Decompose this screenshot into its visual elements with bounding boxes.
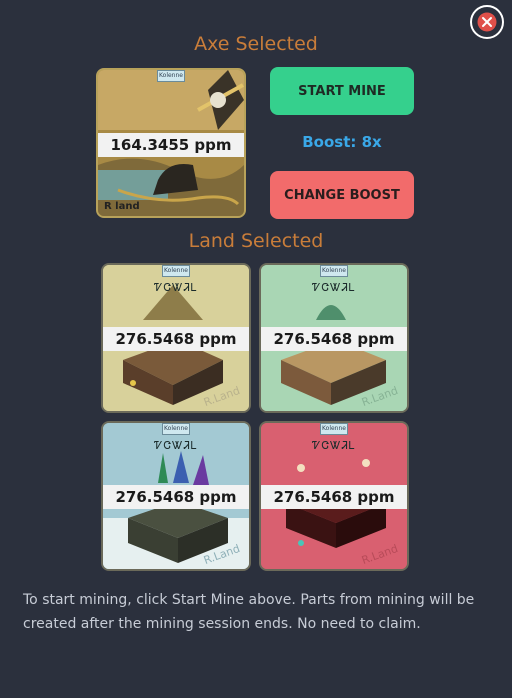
land-script: ᏤᏣᏔᏘᏞ [312,281,356,294]
axe-section-title: Axe Selected [194,33,318,55]
axe-ppm: 164.3455 ppm [98,133,244,157]
land-card[interactable]: Kolenne ᏤᏣᏔᏘᏞ 276.5468 ppm R.Land [101,421,251,571]
land-ppm: 276.5468 ppm [103,327,249,351]
close-icon [477,12,497,32]
land-card[interactable]: Kolenne ᏤᏣᏔᏘᏞ 276.5468 ppm R.Land [259,421,409,571]
footer-instructions: To start mining, click Start Mine above.… [23,592,475,632]
land-ppm: 276.5468 ppm [261,327,407,351]
axe-card[interactable]: Kolenne 164.3455 ppm R land [96,68,246,218]
land-script: ᏤᏣᏔᏘᏞ [154,439,198,452]
axe-badge: Kolenne [157,70,185,82]
land-card[interactable]: Kolenne ᏤᏣᏔᏘᏞ 276.5468 ppm R.Land [259,263,409,413]
land-ppm: 276.5468 ppm [103,485,249,509]
land-badge: Kolenne [162,423,190,435]
land-section-title: Land Selected [188,230,324,252]
land-badge: Kolenne [162,265,190,277]
axe-brand: R land [104,201,140,212]
land-script: ᏤᏣᏔᏘᏞ [154,281,198,294]
land-badge: Kolenne [320,265,348,277]
land-card[interactable]: Kolenne ᏤᏣᏔᏘᏞ 276.5468 ppm R.Land [101,263,251,413]
start-mine-button[interactable]: START MINE [270,67,414,115]
land-script: ᏤᏣᏔᏘᏞ [312,439,356,452]
land-badge: Kolenne [320,423,348,435]
change-boost-button[interactable]: CHANGE BOOST [270,171,414,219]
land-ppm: 276.5468 ppm [261,485,407,509]
mining-modal: Axe Selected Kolenne 164.3455 ppm R land… [0,0,512,698]
boost-value: Boost: 8x [302,133,382,151]
